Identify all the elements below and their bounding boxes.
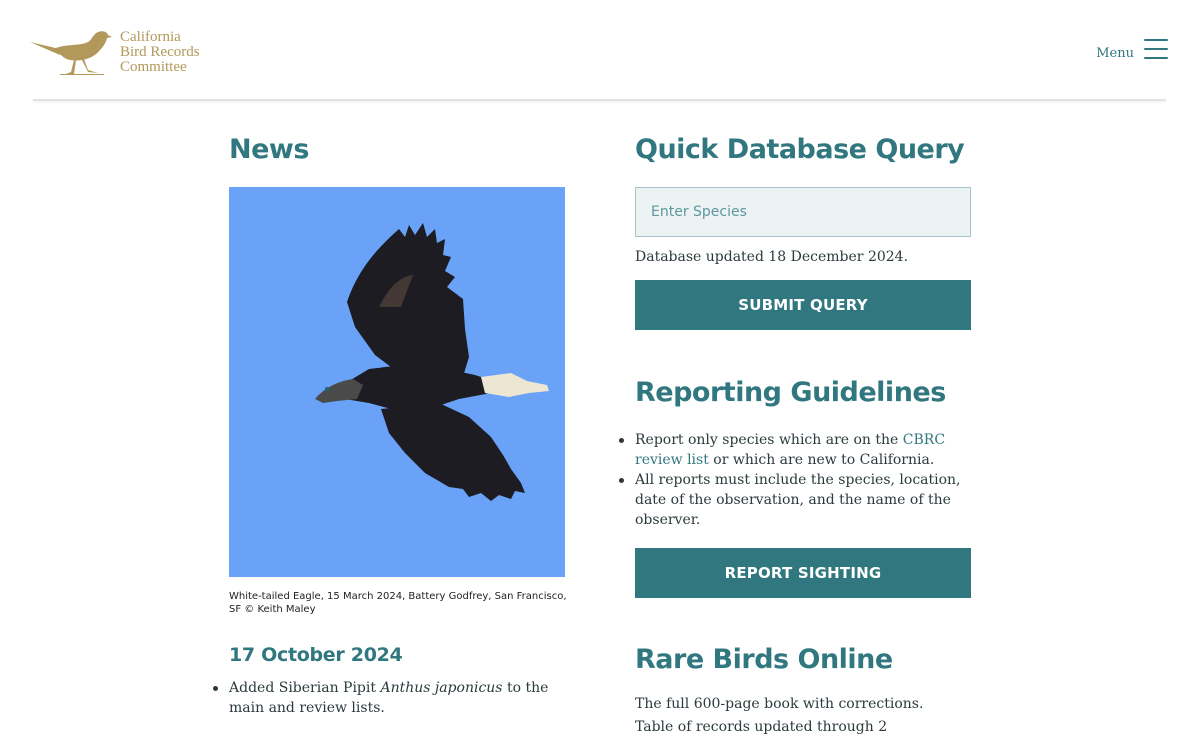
eagle-photo-image <box>229 187 565 577</box>
database-updated-note: Database updated 18 December 2024. <box>635 249 909 265</box>
guideline-1-prefix: Report only species which are on the <box>635 432 903 448</box>
bird-logo-icon <box>30 31 112 75</box>
guideline-1-suffix: or which are new to California. <box>708 452 935 468</box>
sidebar-column: Quick Database Query Database updated 18… <box>619 130 975 740</box>
logo-line-2: Bird Records <box>120 44 200 60</box>
list-item: All reports must include the species, lo… <box>619 470 965 530</box>
news-item-prefix: Added Siberian Pipit <box>229 680 381 696</box>
species-search-input[interactable] <box>635 187 971 237</box>
news-section: News White-tailed Eagle, 15 March 2024, … <box>213 130 569 718</box>
report-sighting-button[interactable]: REPORT SIGHTING <box>635 548 971 598</box>
logo-line-1: California <box>120 29 181 45</box>
rare-birds-title: Rare Birds Online <box>635 644 893 675</box>
submit-query-button[interactable]: SUBMIT QUERY <box>635 280 971 330</box>
menu-label: Menu <box>1096 45 1134 61</box>
logo-wordmark: California Bird Records Committee <box>120 30 200 75</box>
news-entry-list: Added Siberian Pipit Anthus japonicus to… <box>213 678 569 718</box>
logo-line-3: Committee <box>120 59 187 75</box>
list-item: Report only species which are on the CBR… <box>619 430 965 470</box>
site-header: California Bird Records Committee Menu <box>0 0 1200 101</box>
reporting-guidelines-list: Report only species which are on the CBR… <box>619 430 975 530</box>
hamburger-icon <box>1144 36 1168 62</box>
reporting-title: Reporting Guidelines <box>635 377 946 408</box>
species-name: Anthus japonicus <box>380 680 503 696</box>
menu-button[interactable]: Menu <box>1096 36 1168 62</box>
list-item: Added Siberian Pipit Anthus japonicus to… <box>213 678 569 718</box>
query-title: Quick Database Query <box>635 134 965 165</box>
photo-caption: White-tailed Eagle, 15 March 2024, Batte… <box>229 591 567 615</box>
news-title: News <box>229 134 309 165</box>
header-divider <box>33 99 1166 101</box>
rare-birds-description: The full 600-page book with corrections.… <box>635 696 924 735</box>
news-photo <box>229 187 565 577</box>
news-entry-date: 17 October 2024 <box>229 644 403 666</box>
site-logo[interactable]: California Bird Records Committee <box>30 28 200 76</box>
